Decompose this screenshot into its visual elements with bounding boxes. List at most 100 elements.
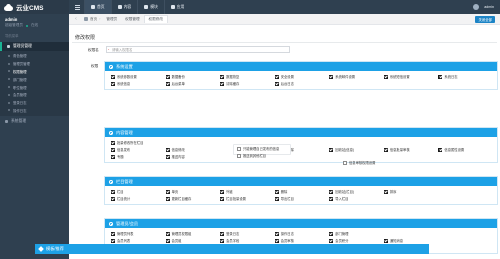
sidebar-menu-admin[interactable]: 管理员管理 <box>0 42 69 51</box>
sidebar-subitem[interactable]: 操作日志 <box>0 107 69 115</box>
extra-push-columns[interactable]: 推送到其他栏目 <box>237 153 266 158</box>
page-tab[interactable]: 权限管理 <box>121 15 143 23</box>
permission-checkbox[interactable]: 专题 <box>111 154 166 159</box>
permission-checkbox[interactable]: 操作日志 <box>274 231 330 236</box>
permission-checkbox[interactable]: 单页 <box>165 189 221 194</box>
brand[interactable]: 云业CMS <box>0 0 69 14</box>
checkbox-icon <box>111 74 115 79</box>
permission-checkbox[interactable]: 系统短信设置 <box>383 74 439 79</box>
topbar-username[interactable]: admin <box>484 5 494 9</box>
permission-checkbox[interactable]: 外链 <box>220 189 275 194</box>
checkbox-icon <box>111 154 115 159</box>
empty-cell <box>438 140 493 145</box>
sidebar-subitem[interactable]: 角色管理 <box>0 52 69 60</box>
permission-checkbox[interactable]: 系统日志 <box>438 74 493 79</box>
page-tab[interactable]: 管理员 <box>102 15 121 23</box>
permission-checkbox[interactable]: 会员积分 <box>329 238 384 243</box>
permission-panel-header[interactable]: 内容管理 <box>105 128 497 137</box>
permission-checkbox[interactable]: 登录日志 <box>220 231 275 236</box>
extra-own-only[interactable]: 只能管理自己发布的信息 <box>237 146 279 151</box>
permission-checkbox[interactable]: 删除 <box>274 189 330 194</box>
panel-template-header[interactable]: 模板/推荐 <box>35 244 429 254</box>
permission-panel-header[interactable]: 管理员/会员 <box>105 219 497 228</box>
permission-checkbox[interactable]: 系统信息 <box>111 81 166 86</box>
permission-checkbox-label: 外链 <box>226 190 233 194</box>
page-tab[interactable]: 权限修改 <box>143 15 168 23</box>
bullet-icon <box>8 109 10 112</box>
topnav-item[interactable]: 内容 <box>110 0 138 14</box>
checkbox-icon <box>274 81 279 86</box>
close-all-tabs-button[interactable]: 关闭全部 <box>475 15 495 23</box>
breadcrumb-home[interactable]: 首页 <box>90 17 97 22</box>
permission-checkbox[interactable]: 回收站(信息) <box>329 147 384 152</box>
permission-checkbox[interactable]: 通知消息 <box>383 238 439 243</box>
sidebar-subitem-label: 管理员管理 <box>13 62 30 67</box>
user-name[interactable]: admin <box>5 17 65 22</box>
tab-scroll-left-icon[interactable]: ‹ <box>72 15 80 23</box>
sidebar-subitem-label: 角色管理 <box>13 54 27 59</box>
permission-checkbox[interactable]: 会员组 <box>165 238 221 243</box>
permission-checkbox[interactable]: 会员列表 <box>111 238 166 243</box>
permission-panel-header[interactable]: 系统设置 <box>105 62 497 71</box>
avatar[interactable] <box>473 4 480 10</box>
permission-checkbox[interactable]: 批量修改所在栏目 <box>111 140 166 145</box>
sidebar-subitem[interactable]: 登录日志 <box>0 99 69 107</box>
checkbox-icon <box>274 231 279 236</box>
sidebar-subitem[interactable]: 权限管理 <box>0 68 69 76</box>
permission-checkbox[interactable]: 系统邮件设置 <box>329 74 384 79</box>
checkbox-icon <box>111 196 115 201</box>
permission-checkbox[interactable]: 更新栏目缓存 <box>165 196 221 201</box>
extra-audit-setting[interactable]: 信息审核权限设置 <box>343 160 375 165</box>
permission-checkbox[interactable]: 会员审核 <box>274 238 330 243</box>
permission-checkbox[interactable]: 数据备份 <box>165 74 221 79</box>
permission-checkbox[interactable]: 信息发布 <box>111 147 166 152</box>
permission-checkbox[interactable]: 回收站(栏目) <box>329 189 384 194</box>
checkbox-icon <box>111 238 115 243</box>
topnav-item[interactable]: 模块 <box>137 0 164 14</box>
permission-checkbox[interactable]: 信息属性设置 <box>438 147 493 152</box>
permission-checkbox-label: 登录日志 <box>226 232 240 236</box>
sidebar-subitem[interactable]: 会员管理 <box>0 91 69 99</box>
permission-checkbox[interactable]: 安全设置 <box>274 74 330 79</box>
permission-checkbox[interactable]: 排序 <box>383 189 439 194</box>
topnav-item[interactable]: 应用 <box>163 0 191 14</box>
topnav-item[interactable]: 首页 <box>84 0 111 14</box>
home-icon[interactable] <box>84 17 88 21</box>
checkbox-icon <box>237 146 241 151</box>
permission-checkbox[interactable]: 信息修改 <box>165 147 221 152</box>
nav-caption: 导航菜单 <box>5 34 19 38</box>
permission-checkbox[interactable]: 栏目 <box>111 189 166 194</box>
permission-checkbox[interactable]: 管理员权限组 <box>165 231 221 236</box>
user-role: 超级管理员 在线 <box>5 23 65 28</box>
permission-checkbox[interactable]: 清除缓存 <box>220 81 275 86</box>
permission-checkbox-label: 会员列表 <box>117 239 131 244</box>
permission-checkbox[interactable]: 会员字段 <box>220 238 275 243</box>
permission-checkbox[interactable]: 部门管理 <box>329 231 384 236</box>
permission-checkbox[interactable]: 管理员列表 <box>111 231 166 236</box>
permission-checkbox[interactable]: 栏目批量设置 <box>220 196 275 201</box>
sidebar-subitem[interactable]: 管理员管理 <box>0 60 69 68</box>
permission-checkbox[interactable]: 导出栏目 <box>274 196 330 201</box>
sidebar-subitem[interactable]: 职位管理 <box>0 83 69 91</box>
empty-cell <box>329 154 384 159</box>
permission-checkbox[interactable]: 数据恢复 <box>220 74 275 79</box>
permission-checkbox-label: 系统日志 <box>444 75 458 79</box>
topnav-icon <box>170 5 175 9</box>
permission-checkbox[interactable]: 栏目统计 <box>111 196 166 201</box>
permission-checkbox[interactable]: 后台菜单 <box>165 81 221 86</box>
permission-checkbox[interactable]: 系统参数设置 <box>111 74 166 79</box>
permission-checkbox-label: 清除缓存 <box>226 82 240 87</box>
settings-icon <box>109 64 113 69</box>
permission-checkbox[interactable]: 信息批量审核 <box>383 147 439 152</box>
permission-checkbox[interactable]: 导入栏目 <box>329 196 384 201</box>
permission-panel-title: 系统设置 <box>116 63 133 69</box>
checkbox-icon <box>220 74 225 79</box>
checkbox-icon <box>165 154 170 159</box>
permission-panel-header[interactable]: 栏目管理 <box>105 177 497 186</box>
menu-toggle-icon[interactable] <box>72 0 82 14</box>
rolename-input[interactable]: * 请输入权限名 <box>106 46 290 53</box>
permission-checkbox[interactable]: 后台日志 <box>274 81 330 86</box>
sidebar-menu-system[interactable]: 系统管理 <box>0 117 69 126</box>
sidebar-subitem[interactable]: 部门管理 <box>0 75 69 83</box>
permission-checkbox[interactable]: 推送内容 <box>165 154 221 159</box>
